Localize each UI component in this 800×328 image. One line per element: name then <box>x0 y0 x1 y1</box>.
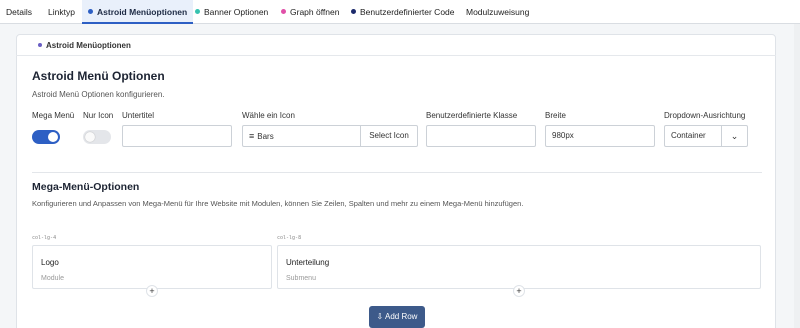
panel-tag: Astroid Menüoptionen <box>38 41 131 50</box>
section-title: Astroid Menü Optionen <box>32 69 165 83</box>
tab-bar: Details Linktyp Astroid Menüoptionen Ban… <box>0 0 800 24</box>
add-item-plus-icon[interactable]: + <box>513 285 525 297</box>
toggle-knob <box>85 132 95 142</box>
add-row-button[interactable]: ⇩ Add Row <box>369 306 425 328</box>
mega-menu-label: Mega Menü <box>32 111 75 120</box>
panel-dot-icon <box>38 42 42 47</box>
tab-dot-icon <box>351 9 356 15</box>
bars-icon: ≡ <box>249 131 255 141</box>
tab-details[interactable]: Details <box>6 0 32 24</box>
tab-linktyp[interactable]: Linktyp <box>48 0 75 24</box>
mega-menu-toggle[interactable] <box>32 130 60 144</box>
nur-icon-label: Nur Icon <box>83 111 114 120</box>
column-logo[interactable]: Logo Module <box>32 245 272 289</box>
tab-banner-optionen[interactable]: Banner Optionen <box>195 0 268 24</box>
icon-label: Wähle ein Icon <box>242 111 295 120</box>
tab-astroid-menueoptionen[interactable]: Astroid Menüoptionen <box>82 0 194 24</box>
klasse-label: Benutzerdefinierte Klasse <box>426 111 518 120</box>
section-description: Astroid Menü Optionen konfigurieren. <box>32 90 165 99</box>
column-title: Unterteilung <box>286 258 330 267</box>
select-icon-button[interactable]: Select Icon <box>360 125 418 147</box>
mega-section-title: Mega-Menü-Optionen <box>32 181 140 193</box>
plus-icon: ⇩ <box>376 312 384 321</box>
column-subtitle: Submenu <box>286 275 316 282</box>
tab-dot-icon <box>281 9 286 15</box>
toggle-knob <box>48 132 58 142</box>
panel-divider <box>16 55 776 56</box>
icon-input[interactable]: ≡ Bars <box>242 125 361 147</box>
page-scrollbar[interactable] <box>794 24 800 328</box>
column-class-label: col-lg-4 <box>32 235 57 241</box>
column-title: Logo <box>41 258 59 267</box>
tab-graph-oeffnen[interactable]: Graph öffnen <box>281 0 339 24</box>
column-class-label: col-lg-8 <box>277 235 302 241</box>
nur-icon-toggle[interactable] <box>83 130 111 144</box>
breite-input[interactable]: 980px <box>545 125 655 147</box>
tab-benutzerdefinierter-code[interactable]: Benutzerdefinierter Code <box>351 0 455 24</box>
klasse-input[interactable] <box>426 125 536 147</box>
chevron-down-icon: ⌄ <box>721 126 747 146</box>
untertitel-label: Untertitel <box>122 111 155 120</box>
column-subtitle: Module <box>41 275 64 282</box>
tab-modulzuweisung[interactable]: Modulzuweisung <box>466 0 529 24</box>
mega-section-description: Konfigurieren und Anpassen von Mega-Menü… <box>32 199 524 208</box>
dropdown-select[interactable]: Container ⌄ <box>664 125 748 147</box>
tab-dot-icon <box>88 9 93 15</box>
column-unterteilung[interactable]: Unterteilung Submenu <box>277 245 761 289</box>
breite-label: Breite <box>545 111 566 120</box>
untertitel-input[interactable] <box>122 125 232 147</box>
add-item-plus-icon[interactable]: + <box>146 285 158 297</box>
section-separator <box>32 172 762 173</box>
tab-dot-icon <box>195 9 200 15</box>
dropdown-label: Dropdown-Ausrichtung <box>664 111 746 120</box>
